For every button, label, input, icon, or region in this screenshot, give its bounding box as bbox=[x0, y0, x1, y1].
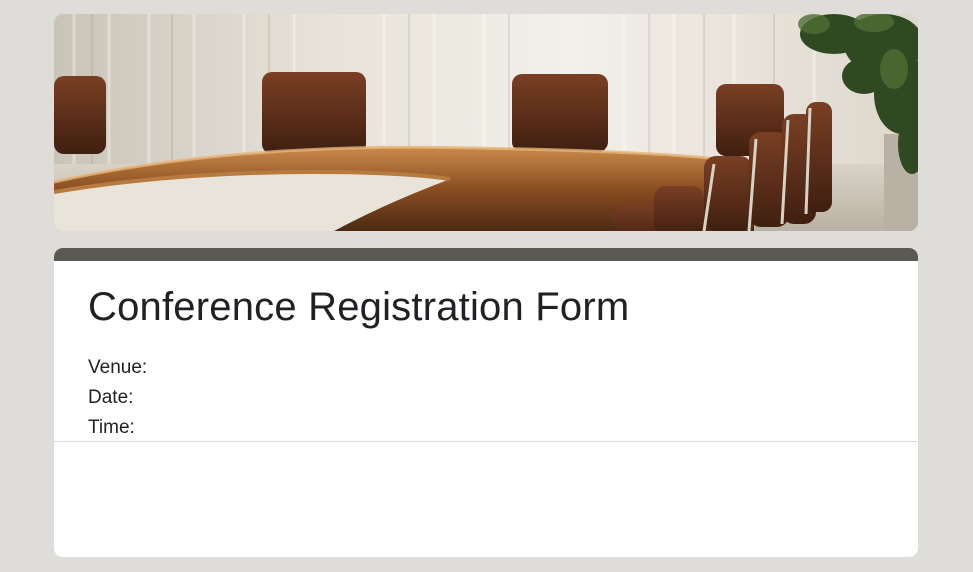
date-label: Date: bbox=[88, 387, 134, 408]
venue-line: Venue: bbox=[88, 353, 884, 383]
form-header-card: Conference Registration Form Venue: Date… bbox=[54, 248, 918, 557]
venue-label: Venue: bbox=[88, 357, 148, 378]
time-label: Time: bbox=[88, 417, 135, 438]
form-title: Conference Registration Form bbox=[88, 285, 630, 329]
form-page: Conference Registration Form Venue: Date… bbox=[0, 0, 973, 572]
form-details: Venue: Date: Time: bbox=[88, 353, 884, 443]
card-accent-bar bbox=[54, 248, 918, 261]
form-header: Conference Registration Form Venue: Date… bbox=[54, 261, 918, 442]
date-line: Date: bbox=[88, 383, 884, 413]
time-line: Time: bbox=[88, 413, 884, 443]
conference-room-illustration bbox=[54, 14, 918, 231]
header-banner-image bbox=[54, 14, 918, 231]
